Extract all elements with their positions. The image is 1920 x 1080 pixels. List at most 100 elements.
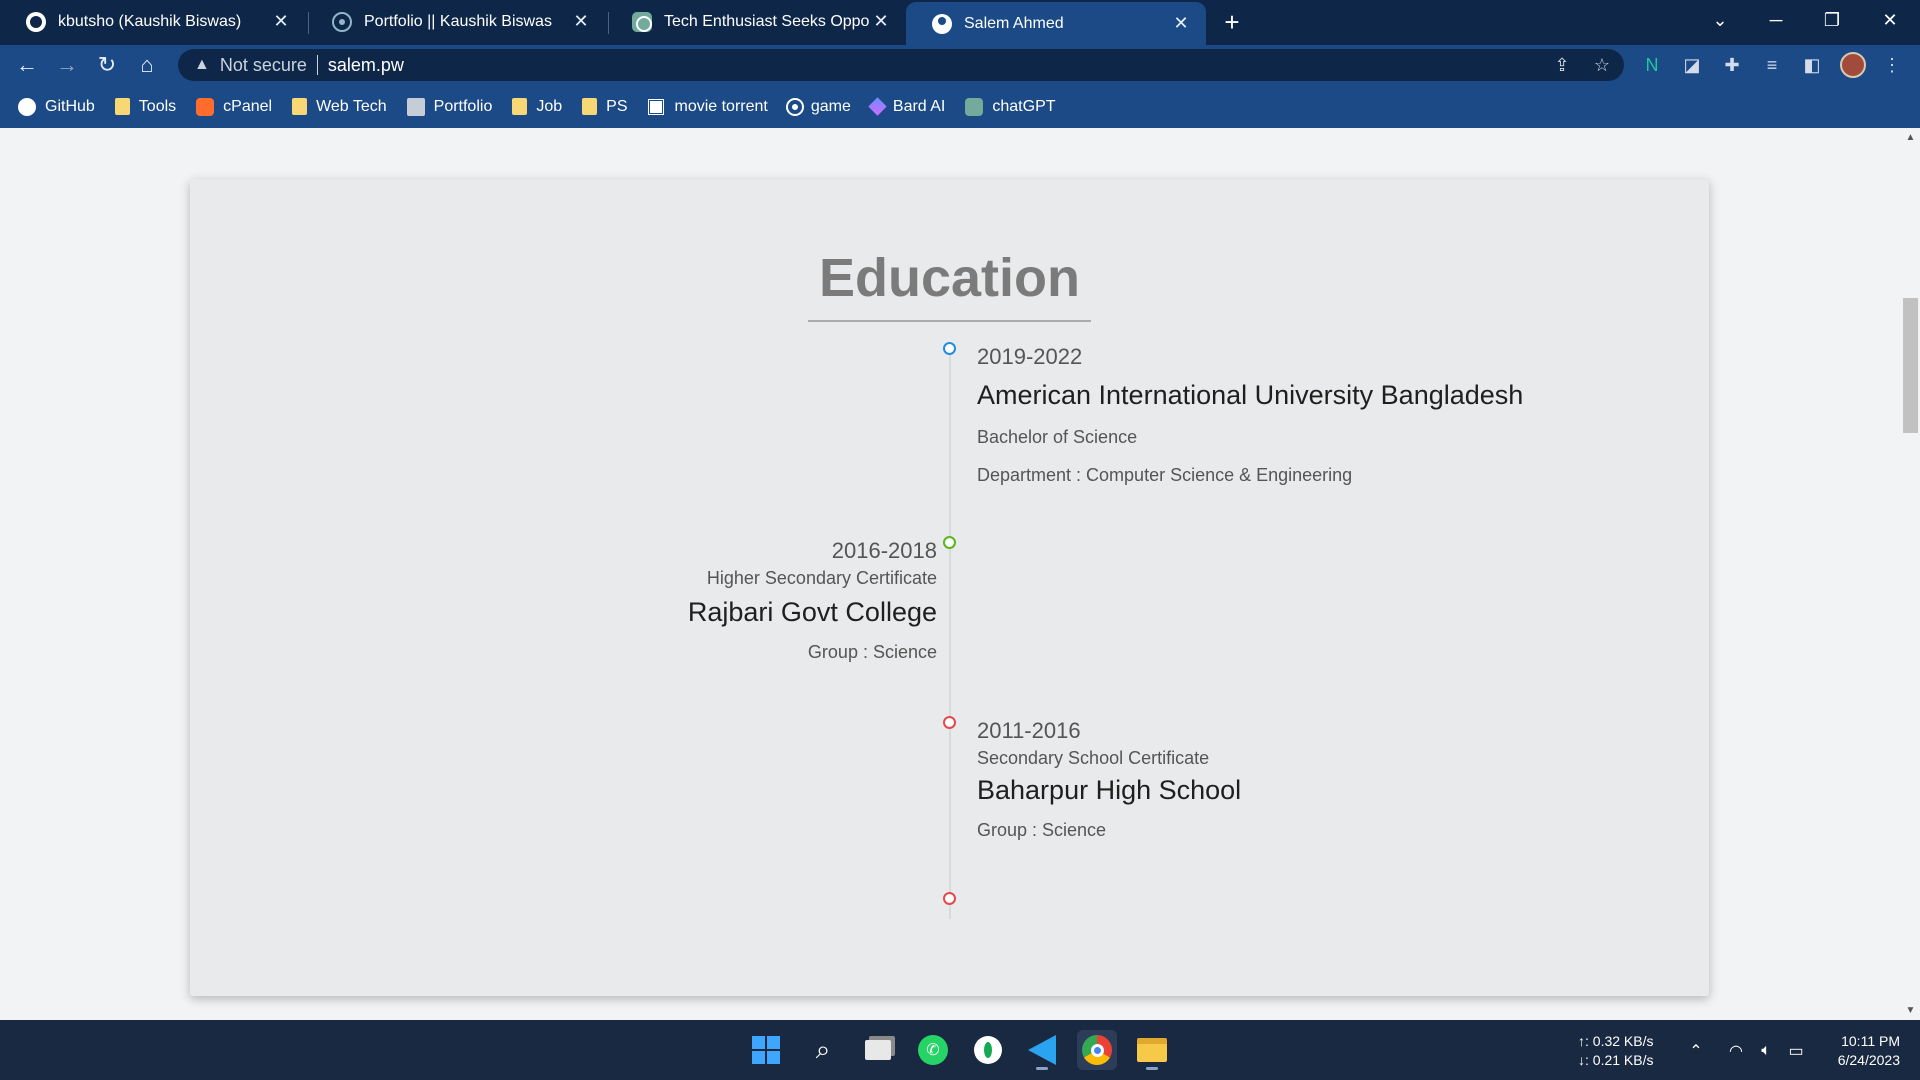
network-speed-down: ↓: 0.21 KB/s	[1578, 1052, 1654, 1068]
share-icon[interactable]: ⇪	[1550, 53, 1574, 77]
bookmark-label: Job	[536, 97, 563, 115]
close-window-icon[interactable]: ✕	[1862, 0, 1918, 40]
home-icon[interactable]: ⌂	[132, 50, 162, 80]
close-tab-icon[interactable]: ✕	[570, 11, 592, 33]
close-tab-icon[interactable]: ✕	[870, 11, 892, 33]
bookmark-label: Portfolio	[433, 97, 493, 115]
portfolio-icon	[406, 97, 425, 116]
section-heading: Education	[818, 248, 1080, 308]
tab-chatgpt[interactable]: Tech Enthusiast Seeks Opportuni ✕	[606, 0, 906, 43]
windows-taskbar: ⌕ ✆ ↑: 0.32 KB/s ↓: 0.21 KB/s ⌃ ◠ 🔈︎ ▭ 1…	[0, 1020, 1920, 1080]
timeline-dot	[943, 716, 956, 729]
clock-date[interactable]: 6/24/2023	[1820, 1051, 1900, 1070]
bookmark-label: GitHub	[45, 97, 95, 115]
folder-icon	[292, 98, 308, 115]
education-entry: 2011-2016 Secondary School Certificate B…	[977, 718, 1241, 841]
tab-title: kbutsho (Kaushik Biswas)	[58, 12, 242, 30]
bookmark-star-icon[interactable]: ☆	[1590, 53, 1614, 77]
timeline-end-dot	[943, 892, 956, 905]
entry-detail: Group : Science	[807, 642, 937, 662]
bookmark-label: Web Tech	[316, 97, 387, 115]
start-icon[interactable]	[746, 1030, 786, 1070]
restore-icon[interactable]: ❐	[1804, 0, 1860, 40]
clock-time[interactable]: 10:11 PM	[1820, 1032, 1900, 1051]
menu-kebab-icon[interactable]: ⋮	[1880, 53, 1904, 77]
profile-avatar[interactable]	[1840, 52, 1866, 78]
education-entry: 2016-2018 Higher Secondary Certificate R…	[688, 538, 937, 663]
battery-icon[interactable]: ▭	[1785, 1040, 1807, 1062]
new-tab-button[interactable]: +	[1218, 7, 1246, 37]
address-bar[interactable]: ▲ Not secure salem.pw	[178, 49, 1624, 81]
security-label[interactable]: Not secure	[220, 55, 307, 76]
reload-icon[interactable]: ↻	[92, 50, 122, 80]
chevron-up-icon[interactable]: ⌃	[1685, 1040, 1707, 1062]
tab-title: Salem Ahmed	[964, 14, 1064, 32]
bookmark-label: PS	[606, 97, 628, 115]
close-tab-icon[interactable]: ✕	[1170, 13, 1192, 35]
education-entry: 2019-2022 American International Univers…	[977, 344, 1523, 486]
tab-search-chevron-icon[interactable]: ⌄	[1692, 0, 1748, 40]
user-icon	[932, 13, 952, 34]
bookmark-label: chatGPT	[992, 97, 1056, 115]
warning-icon[interactable]: ▲	[194, 56, 210, 74]
game-icon	[787, 99, 802, 114]
bookmark-cpanel[interactable]: cPanel	[196, 97, 272, 116]
extensions-puzzle-icon[interactable]: ✚	[1720, 53, 1744, 77]
timeline-dot	[943, 342, 956, 355]
scrollbar[interactable]: ▲ ▼	[1901, 128, 1920, 1020]
scroll-up-icon[interactable]: ▲	[1905, 132, 1916, 143]
tab-title: Portfolio || Kaushik Biswas	[364, 12, 552, 30]
file-explorer-icon[interactable]	[1132, 1030, 1172, 1070]
vscode-icon[interactable]	[1022, 1030, 1062, 1070]
back-icon[interactable]: ←	[12, 50, 42, 80]
wifi-icon[interactable]: ◠	[1725, 1040, 1747, 1062]
movie-icon	[647, 97, 666, 116]
bookmark-bard-ai[interactable]: Bard AI	[868, 97, 945, 116]
bookmark-tools[interactable]: Tools	[114, 98, 176, 116]
whatsapp-icon[interactable]: ✆	[913, 1030, 953, 1070]
forward-icon[interactable]: →	[52, 50, 82, 80]
media-control-icon[interactable]: ≡	[1760, 53, 1784, 77]
search-icon[interactable]: ⌕	[803, 1030, 843, 1070]
extension-n-icon[interactable]: N	[1640, 53, 1664, 77]
entry-years: 2019-2022	[977, 344, 1083, 369]
entry-school: Baharpur High School	[977, 775, 1242, 805]
tab-portfolio[interactable]: Portfolio || Kaushik Biswas ✕	[306, 0, 606, 43]
extension-tag-icon[interactable]: ◪	[1680, 53, 1704, 77]
cpanel-icon	[196, 97, 215, 116]
tab-salem-ahmed[interactable]: Salem Ahmed ✕	[906, 2, 1206, 45]
network-speed-up: ↑: 0.32 KB/s	[1578, 1033, 1654, 1049]
entry-detail: Department : Computer Science & Engineer…	[977, 465, 1353, 485]
url-text[interactable]: salem.pw	[328, 55, 404, 76]
minimize-icon[interactable]: ─	[1748, 0, 1804, 40]
scroll-down-icon[interactable]: ▼	[1905, 1005, 1916, 1016]
chatgpt-icon	[632, 11, 652, 32]
volume-icon[interactable]: 🔈︎	[1755, 1040, 1777, 1062]
bookmark-label: game	[810, 97, 851, 115]
entry-years: 2011-2016	[977, 718, 1081, 743]
entry-school: Rajbari Govt College	[687, 597, 937, 627]
entry-detail: Group : Science	[977, 820, 1107, 840]
page-viewport: Education 2019-2022 American Internation…	[0, 128, 1920, 1020]
bookmarks-bar: GitHub Tools cPanel Web Tech Portfolio J…	[0, 85, 1920, 128]
bookmark-job[interactable]: Job	[512, 98, 562, 116]
bookmark-web-tech[interactable]: Web Tech	[292, 98, 387, 116]
bookmark-movie-torrent[interactable]: movie torrent	[647, 97, 768, 116]
task-view-icon[interactable]	[858, 1030, 898, 1070]
chrome-icon[interactable]	[1077, 1030, 1117, 1070]
mongodb-compass-icon[interactable]	[968, 1030, 1008, 1070]
tab-title: Tech Enthusiast Seeks Opportuni	[664, 12, 870, 30]
bookmark-github[interactable]: GitHub	[18, 97, 95, 116]
entry-years: 2016-2018	[831, 538, 937, 563]
bookmark-portfolio[interactable]: Portfolio	[406, 97, 493, 116]
bookmark-ps[interactable]: PS	[582, 98, 627, 116]
bookmark-game[interactable]: game	[787, 97, 851, 116]
bookmark-chatgpt[interactable]: chatGPT	[965, 97, 1056, 116]
close-tab-icon[interactable]: ✕	[270, 11, 292, 33]
tab-github[interactable]: kbutsho (Kaushik Biswas) ✕	[0, 0, 306, 43]
scrollbar-thumb[interactable]	[1903, 298, 1918, 433]
chatgpt-icon	[965, 97, 984, 116]
entry-degree: Bachelor of Science	[977, 427, 1138, 447]
side-panel-icon[interactable]: ◧	[1800, 53, 1824, 77]
browser-toolbar: ← → ↻ ⌂ ▲ Not secure salem.pw ⇪ ☆ N ◪ ✚ …	[0, 45, 1920, 85]
